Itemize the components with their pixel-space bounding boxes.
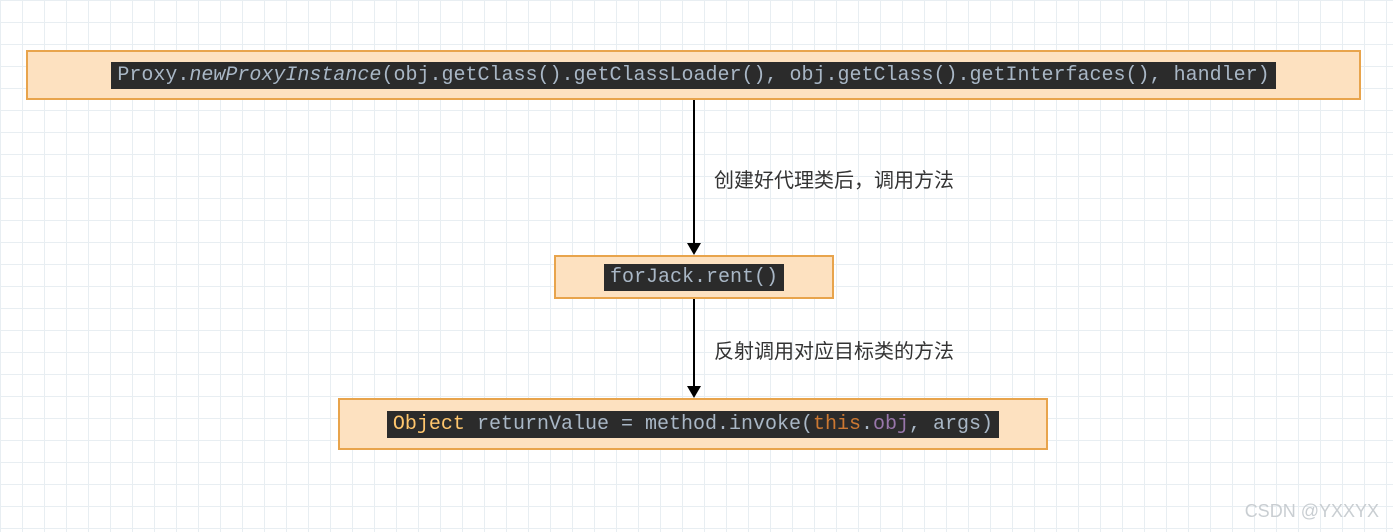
watermark: CSDN @YXXYX	[1245, 501, 1379, 522]
edge-label-2: 反射调用对应目标类的方法	[714, 335, 954, 364]
code-block: forJack.rent()	[604, 264, 784, 291]
edge-label-1: 创建好代理类后，调用方法	[714, 164, 954, 193]
code-block: Object returnValue = method.invoke(this.…	[387, 411, 999, 438]
arrow-head	[687, 243, 701, 255]
arrow-line	[693, 100, 695, 243]
diagram-node-forjack-rent: forJack.rent()	[554, 255, 834, 299]
arrow-line	[693, 299, 695, 386]
diagram-node-method-invoke: Object returnValue = method.invoke(this.…	[338, 398, 1048, 450]
diagram-node-proxy-instance: Proxy.newProxyInstance(obj.getClass().ge…	[26, 50, 1361, 100]
arrow-head	[687, 386, 701, 398]
code-block: Proxy.newProxyInstance(obj.getClass().ge…	[111, 62, 1275, 89]
